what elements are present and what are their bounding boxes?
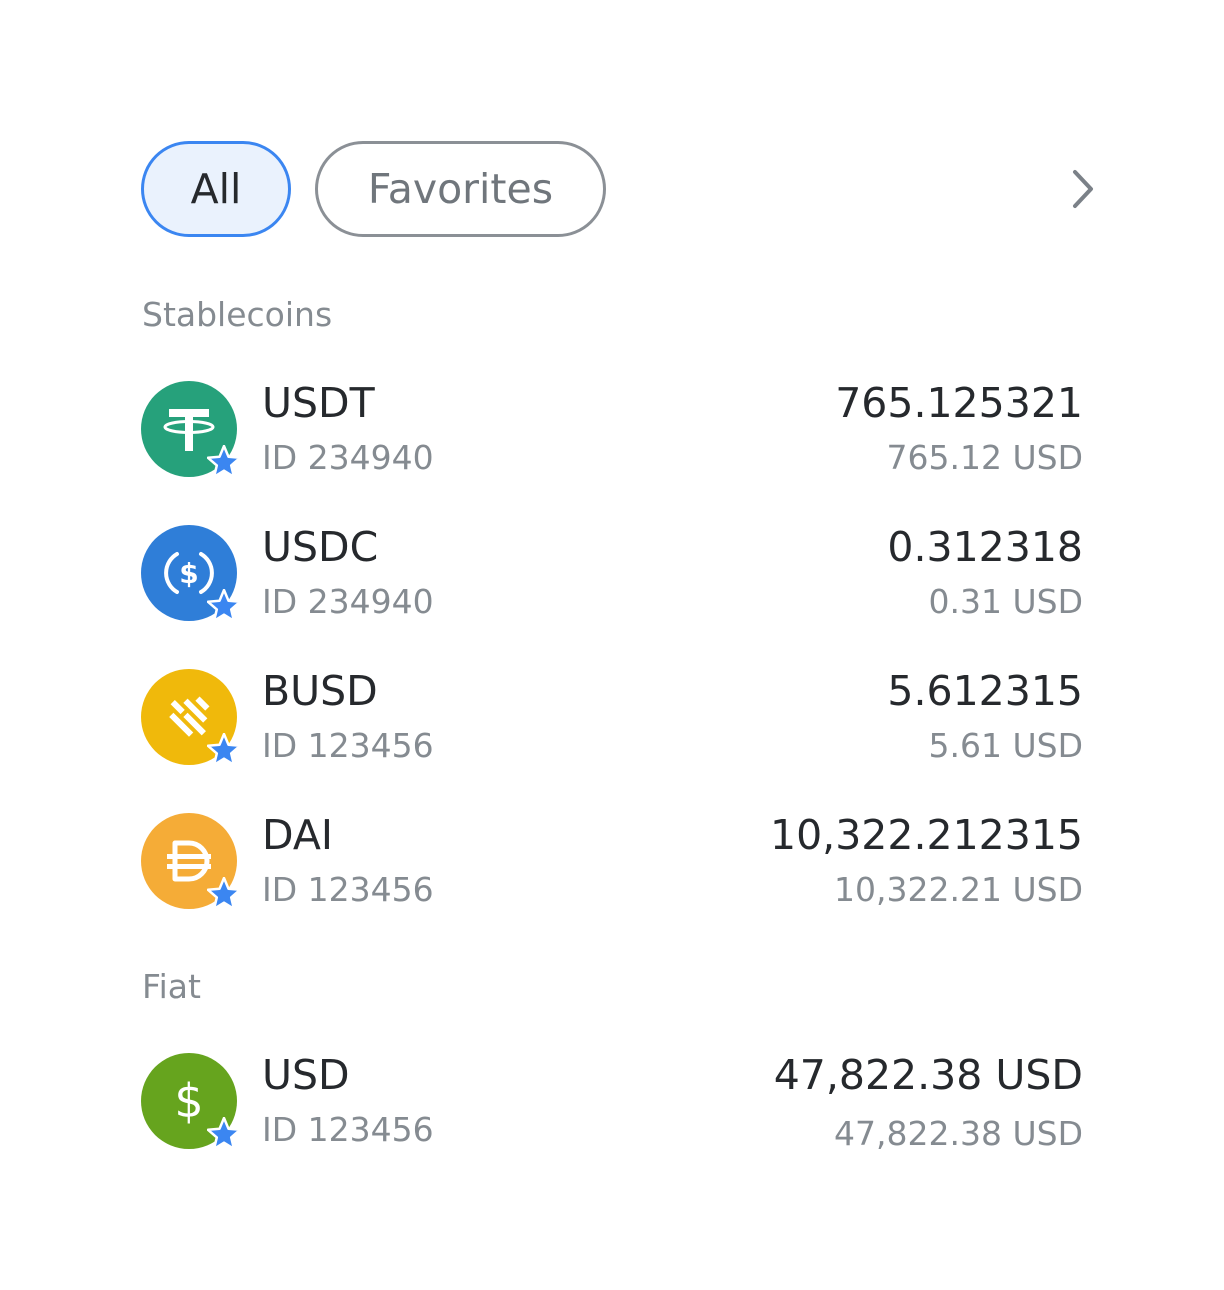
- favorite-star-icon[interactable]: [207, 445, 241, 479]
- chevron-right-icon[interactable]: [1063, 165, 1103, 213]
- filter-all-button[interactable]: All: [141, 141, 291, 237]
- section-title-stablecoins: Stablecoins: [142, 295, 333, 334]
- asset-fiat-value: 47,822.38 USD: [834, 1114, 1083, 1153]
- asset-icon-wrapper: [141, 381, 241, 479]
- asset-row-dai[interactable]: DAI ID 123456 10,322.212315 10,322.21 US…: [141, 811, 1083, 913]
- section-title-fiat: Fiat: [142, 967, 201, 1006]
- asset-id: ID 234940: [262, 438, 434, 477]
- asset-symbol: USDT: [262, 379, 375, 427]
- filter-favorites-button[interactable]: Favorites: [315, 141, 606, 237]
- favorite-star-icon[interactable]: [207, 1117, 241, 1151]
- filter-favorites-label: Favorites: [367, 165, 554, 213]
- asset-fiat-value: 765.12 USD: [886, 438, 1083, 477]
- asset-amount: 5.612315: [887, 667, 1083, 715]
- svg-text:$: $: [174, 1074, 203, 1128]
- asset-symbol: USD: [262, 1051, 350, 1099]
- asset-amount: 765.125321: [835, 379, 1083, 427]
- asset-symbol: DAI: [262, 811, 333, 859]
- asset-symbol: BUSD: [262, 667, 378, 715]
- asset-id: ID 123456: [262, 1110, 434, 1149]
- asset-id: ID 123456: [262, 870, 434, 909]
- favorite-star-icon[interactable]: [207, 589, 241, 623]
- asset-id: ID 123456: [262, 726, 434, 765]
- favorite-star-icon[interactable]: [207, 733, 241, 767]
- svg-text:$: $: [179, 557, 198, 590]
- favorite-star-icon[interactable]: [207, 877, 241, 911]
- asset-row-busd[interactable]: BUSD ID 123456 5.612315 5.61 USD: [141, 667, 1083, 769]
- asset-amount: 47,822.38 USD: [773, 1051, 1083, 1099]
- asset-fiat-value: 0.31 USD: [928, 582, 1083, 621]
- asset-row-usdc[interactable]: $ USDC ID 234940 0.312318 0.31 USD: [141, 523, 1083, 625]
- asset-id: ID 234940: [262, 582, 434, 621]
- asset-amount: 0.312318: [887, 523, 1083, 571]
- asset-row-usdt[interactable]: USDT ID 234940 765.125321 765.12 USD: [141, 379, 1083, 481]
- asset-fiat-value: 10,322.21 USD: [834, 870, 1083, 909]
- asset-amount: 10,322.212315: [769, 811, 1083, 859]
- asset-icon-wrapper: [141, 669, 241, 767]
- asset-icon-wrapper: $: [141, 1053, 241, 1151]
- asset-icon-wrapper: $: [141, 525, 241, 623]
- filter-bar: All Favorites: [141, 141, 1101, 237]
- asset-symbol: USDC: [262, 523, 379, 571]
- asset-row-usd[interactable]: $ USD ID 123456 47,822.38 USD 47,822.38 …: [141, 1051, 1083, 1153]
- filter-all-label: All: [190, 165, 242, 213]
- asset-fiat-value: 5.61 USD: [928, 726, 1083, 765]
- asset-icon-wrapper: [141, 813, 241, 911]
